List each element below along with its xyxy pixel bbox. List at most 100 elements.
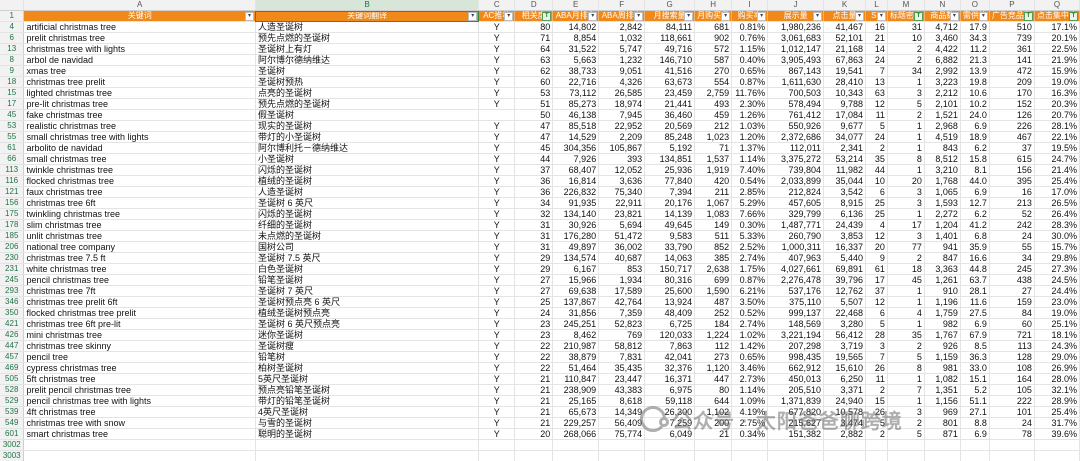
table-cell[interactable]: 5.2	[960, 384, 990, 396]
table-cell[interactable]: 47	[514, 120, 554, 132]
header-cell[interactable]: ABA周排名 ▾	[598, 10, 646, 22]
table-cell[interactable]: 44.8	[960, 263, 990, 275]
table-cell[interactable]: 164	[989, 373, 1035, 385]
table-cell[interactable]: 105	[989, 384, 1035, 396]
table-cell[interactable]: 2,992	[924, 65, 961, 77]
table-cell[interactable]: 31	[887, 21, 925, 33]
table-cell[interactable]: 31	[514, 230, 554, 242]
table-cell[interactable]: 9,051	[598, 65, 646, 77]
table-cell[interactable]: 37	[989, 142, 1035, 154]
table-cell[interactable]: 2.74%	[731, 318, 769, 330]
table-cell[interactable]: 柏树圣诞树	[255, 362, 480, 374]
row-number[interactable]: 350	[0, 307, 25, 319]
table-cell[interactable]: 1,351	[924, 384, 961, 396]
table-cell[interactable]: Y	[478, 186, 516, 198]
table-cell[interactable]: 112	[694, 340, 733, 352]
filter-dropdown-icon[interactable]: ▾	[634, 12, 644, 21]
table-cell[interactable]: 853	[598, 263, 646, 275]
table-cell[interactable]: 118,661	[644, 32, 696, 44]
table-cell[interactable]: 29	[514, 252, 554, 264]
table-cell[interactable]: 21	[514, 417, 554, 429]
table-cell[interactable]	[823, 439, 866, 451]
table-cell[interactable]: 24.7%	[1034, 153, 1080, 165]
table-cell[interactable]: 17	[887, 219, 925, 231]
table-cell[interactable]: 1,156	[924, 395, 961, 407]
table-cell[interactable]	[989, 439, 1035, 451]
table-cell[interactable]: 226	[989, 120, 1035, 132]
table-cell[interactable]: 阿尔博尔德纳维达	[255, 54, 480, 66]
table-cell[interactable]: 28,410	[823, 76, 866, 88]
table-cell[interactable]: 63	[865, 87, 888, 99]
table-cell[interactable]: 151,382	[767, 428, 825, 440]
table-cell[interactable]: 6,725	[644, 318, 696, 330]
table-cell[interactable]	[478, 439, 516, 451]
filter-active-icon[interactable]: T	[1023, 12, 1033, 21]
header-cell[interactable]: 月购买量 ▾	[694, 10, 733, 22]
table-cell[interactable]: 8.1	[960, 164, 990, 176]
table-cell[interactable]: 75,340	[598, 186, 646, 198]
table-cell[interactable]: 998,435	[767, 351, 825, 363]
table-cell[interactable]: 149	[694, 219, 733, 231]
table-cell[interactable]: 铅笔树	[255, 351, 480, 363]
table-cell[interactable]: 20.3%	[1034, 98, 1080, 110]
table-cell[interactable]: 26	[865, 362, 888, 374]
table-cell[interactable]: 941	[924, 241, 961, 253]
table-cell[interactable]: 200	[694, 417, 733, 429]
table-cell[interactable]: 3	[887, 87, 925, 99]
table-cell[interactable]: 11,982	[823, 164, 866, 176]
table-cell[interactable]: 16,337	[823, 241, 866, 253]
column-letter-i[interactable]: I	[731, 0, 769, 11]
table-cell[interactable]: 24.3%	[1034, 340, 1080, 352]
table-cell[interactable]: 3,371	[823, 384, 866, 396]
filter-dropdown-icon[interactable]: ▾	[757, 12, 767, 21]
table-cell[interactable]: 78	[989, 428, 1035, 440]
table-cell[interactable]: 2,759	[694, 87, 733, 99]
table-cell[interactable]: 3,221,194	[767, 329, 825, 341]
table-cell[interactable]: 41,516	[644, 65, 696, 77]
table-cell[interactable]: Y	[478, 153, 516, 165]
table-cell[interactable]	[767, 439, 825, 451]
table-cell[interactable]: 6,136	[823, 208, 866, 220]
table-cell[interactable]: 6	[865, 186, 888, 198]
table-cell[interactable]: 843	[924, 142, 961, 154]
table-cell[interactable]: 1,521	[924, 109, 961, 121]
table-cell[interactable]: 2	[887, 252, 925, 264]
table-cell[interactable]: 迷你圣诞树	[255, 329, 480, 341]
table-cell[interactable]: 7,863	[644, 340, 696, 352]
table-cell[interactable]: Y	[478, 285, 516, 297]
table-cell[interactable]: 22,952	[598, 120, 646, 132]
filter-active-icon[interactable]: T	[913, 12, 923, 21]
table-cell[interactable]: Y	[478, 307, 516, 319]
table-cell[interactable]: 23	[514, 329, 554, 341]
table-cell[interactable]: 329,799	[767, 208, 825, 220]
table-cell[interactable]: 24,439	[823, 219, 866, 231]
filter-dropdown-icon[interactable]: ▾	[244, 12, 254, 21]
table-cell[interactable]: 3.50%	[731, 296, 769, 308]
table-cell[interactable]: 圣诞树瘦	[255, 340, 480, 352]
table-cell[interactable]: 假圣诞树	[255, 109, 480, 121]
table-cell[interactable]: 5,747	[598, 43, 646, 55]
table-cell[interactable]: 10,578	[823, 406, 866, 418]
table-cell[interactable]: 1,032	[598, 32, 646, 44]
table-cell[interactable]: 4.19%	[731, 406, 769, 418]
table-cell[interactable]: 6.21%	[731, 285, 769, 297]
table-cell[interactable]: 1	[887, 142, 925, 154]
table-cell[interactable]: 7.66%	[731, 208, 769, 220]
table-cell[interactable]: 2,276,478	[767, 274, 825, 286]
table-cell[interactable]: 6	[865, 307, 888, 319]
table-cell[interactable]: 8.5	[960, 340, 990, 352]
table-cell[interactable]: 5,663	[552, 54, 600, 66]
table-cell[interactable]: 5ft christmas tree	[23, 373, 256, 385]
table-cell[interactable]: 22,468	[823, 307, 866, 319]
table-cell[interactable]: 35	[865, 153, 888, 165]
table-cell[interactable]: 13,924	[644, 296, 696, 308]
table-cell[interactable]: 9	[865, 252, 888, 264]
table-cell[interactable]: 19,541	[823, 65, 866, 77]
table-cell[interactable]: 21.9%	[1034, 54, 1080, 66]
row-number[interactable]: 231	[0, 263, 25, 275]
table-cell[interactable]: 47	[514, 131, 554, 143]
table-cell[interactable]: 1	[887, 131, 925, 143]
table-cell[interactable]: 304,356	[552, 142, 600, 154]
table-cell[interactable]: 24,940	[823, 395, 866, 407]
table-cell[interactable]: 3,280	[823, 318, 866, 330]
